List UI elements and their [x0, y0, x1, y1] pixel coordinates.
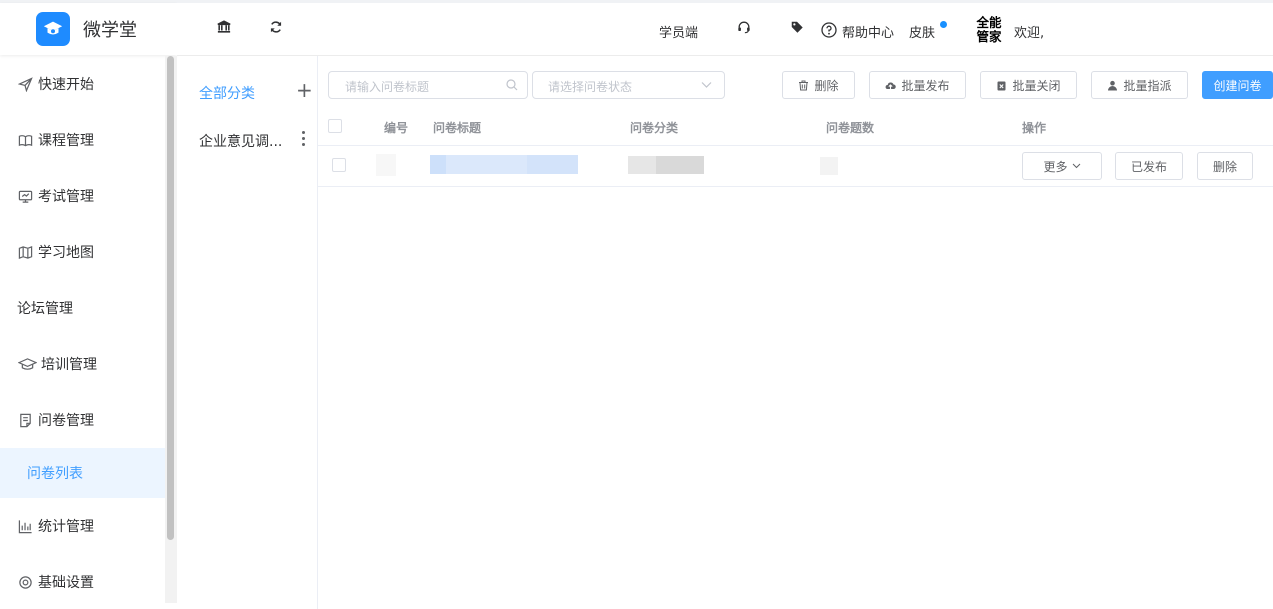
- sidebar-item-survey[interactable]: 问卷管理: [0, 392, 165, 448]
- add-category-icon[interactable]: +: [296, 80, 313, 100]
- sidebar-menu: 快速开始 课程管理 考试管理 学习地图 论坛管理 培训管理 问卷管理 问卷列表: [0, 56, 165, 609]
- published-status-button[interactable]: 已发布: [1115, 152, 1183, 180]
- help-center-link[interactable]: 帮助中心: [842, 22, 894, 41]
- row-count-redacted: [820, 157, 838, 175]
- sidebar-item-label: 论坛管理: [17, 301, 73, 317]
- sidebar-item-label: 问卷管理: [38, 413, 94, 429]
- top-header: 学员端 帮助中心 皮肤 全能 管家 欢迎,: [177, 0, 1273, 56]
- clipboard-x-icon: [996, 80, 1007, 91]
- tag-icon[interactable]: [787, 17, 807, 37]
- more-label: 更多: [1043, 159, 1068, 174]
- row-id-redacted: [376, 154, 396, 176]
- cloud-upload-icon: [885, 80, 897, 91]
- document-icon: [17, 412, 33, 428]
- row-category-redacted-accent: [656, 156, 704, 174]
- sidebar-item-label: 快速开始: [38, 77, 94, 93]
- more-dropdown-button[interactable]: 更多: [1022, 152, 1102, 180]
- column-header-actions: 操作: [1022, 121, 1047, 135]
- category-all[interactable]: 全部分类: [199, 83, 255, 103]
- create-survey-button[interactable]: 创建问卷: [1202, 71, 1273, 99]
- sidebar-item-quick-start[interactable]: 快速开始: [0, 56, 165, 112]
- sidebar-item-statistics[interactable]: 统计管理: [0, 498, 165, 554]
- column-header-category[interactable]: 问卷分类: [630, 119, 678, 136]
- app-logo[interactable]: 微学堂: [0, 3, 177, 55]
- search-input[interactable]: 请输入问卷标题: [328, 71, 528, 99]
- batch-assign-label: 批量指派: [1123, 78, 1172, 93]
- sidebar-item-course[interactable]: 课程管理: [0, 112, 165, 168]
- sidebar-item-training[interactable]: 培训管理: [0, 336, 165, 392]
- status-placeholder: 请选择问卷状态: [548, 80, 633, 94]
- headset-icon[interactable]: [734, 17, 754, 37]
- sidebar-item-label: 课程管理: [38, 133, 94, 149]
- skin-indicator-dot: [940, 21, 947, 28]
- column-header-question-count[interactable]: 问卷题数: [826, 119, 874, 136]
- skin-switcher[interactable]: 皮肤: [909, 22, 935, 41]
- select-all-checkbox[interactable]: [328, 119, 342, 133]
- sidebar-item-survey-list[interactable]: 问卷列表: [0, 448, 165, 498]
- batch-publish-label: 批量发布: [901, 78, 950, 93]
- bar-chart-icon: [17, 518, 33, 534]
- user-logo-line2: 管家: [976, 29, 1002, 44]
- published-label: 已发布: [1130, 159, 1167, 174]
- chevron-down-icon: [1072, 163, 1080, 169]
- user-logo-text: 全能 管家: [975, 16, 1003, 44]
- create-survey-label: 创建问卷: [1213, 78, 1262, 93]
- sidebar-item-settings[interactable]: 基础设置: [0, 554, 165, 609]
- column-header-title[interactable]: 问卷标题: [433, 119, 481, 136]
- sidebar-item-label: 培训管理: [41, 357, 97, 373]
- settings-icon: [17, 574, 33, 590]
- category-item[interactable]: 企业意见调...: [199, 131, 282, 151]
- refresh-icon[interactable]: [266, 17, 286, 37]
- row-checkbox[interactable]: [332, 158, 346, 172]
- sidebar-item-label: 基础设置: [38, 575, 94, 591]
- map-icon: [17, 244, 33, 260]
- category-panel: 全部分类 + 企业意见调...: [177, 56, 318, 609]
- send-icon: [17, 76, 33, 92]
- delete-button[interactable]: 删除: [782, 71, 855, 99]
- search-placeholder: 请输入问卷标题: [345, 80, 430, 94]
- column-header-id[interactable]: 编号: [384, 119, 408, 136]
- trash-icon: [798, 80, 809, 91]
- status-select[interactable]: 请选择问卷状态: [532, 71, 725, 99]
- sidebar-item-learning-map[interactable]: 学习地图: [0, 224, 165, 280]
- batch-publish-button[interactable]: 批量发布: [869, 71, 966, 99]
- welcome-text[interactable]: 欢迎,: [1014, 22, 1044, 41]
- user-icon: [1107, 80, 1118, 91]
- monitor-icon: [17, 188, 33, 204]
- table-header: 编号 问卷标题 问卷分类 问卷题数 操作: [318, 107, 1273, 146]
- sidebar-scrollbar-thumb[interactable]: [167, 56, 174, 540]
- row-title-redacted-accent2: [527, 155, 578, 174]
- batch-assign-button[interactable]: 批量指派: [1091, 71, 1188, 99]
- sidebar-item-label: 考试管理: [38, 189, 94, 205]
- more-vertical-icon[interactable]: [302, 131, 306, 149]
- sidebar-item-label: 统计管理: [38, 519, 94, 535]
- table-row: 更多 已发布 删除: [318, 146, 1273, 187]
- bank-icon[interactable]: [214, 17, 234, 37]
- sidebar: 微学堂 快速开始 课程管理 考试管理 学习地图 论坛管理 培训管理 问卷管理 问…: [0, 0, 177, 609]
- batch-close-button[interactable]: 批量关闭: [980, 71, 1077, 99]
- batch-close-label: 批量关闭: [1012, 78, 1061, 93]
- graduation-cap-logo-icon: [36, 12, 70, 46]
- sidebar-item-exam[interactable]: 考试管理: [0, 168, 165, 224]
- row-delete-label: 删除: [1212, 159, 1237, 174]
- app-name: 微学堂: [83, 20, 137, 41]
- sidebar-item-label: 学习地图: [38, 245, 94, 261]
- row-title-redacted-accent: [430, 155, 446, 174]
- book-icon: [17, 132, 33, 148]
- user-logo-line1: 全能: [976, 15, 1002, 30]
- help-icon[interactable]: [820, 21, 837, 38]
- student-portal-link[interactable]: 学员端: [659, 22, 698, 41]
- search-icon: [506, 79, 518, 91]
- sidebar-item-forum[interactable]: 论坛管理: [0, 280, 165, 336]
- chevron-down-icon: [701, 82, 712, 88]
- graduation-cap-icon: [17, 356, 37, 372]
- delete-button-label: 删除: [814, 78, 839, 93]
- sidebar-item-label: 问卷列表: [27, 466, 83, 482]
- row-delete-button[interactable]: 删除: [1197, 152, 1253, 180]
